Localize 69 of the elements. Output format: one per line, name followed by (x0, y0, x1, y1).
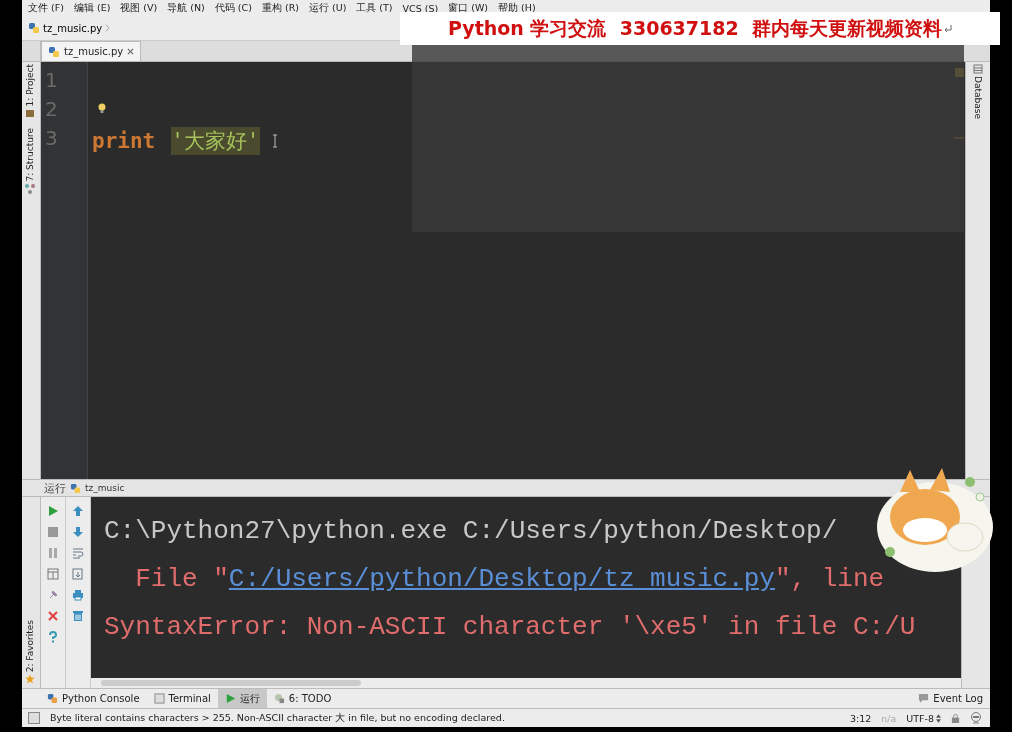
tool-tab[interactable]: Python Console (40, 689, 147, 708)
layout-icon[interactable] (47, 568, 59, 580)
banner-text: Python 学习交流 330637182 群内每天更新视频资料 (448, 15, 942, 41)
star-icon (25, 674, 35, 684)
caret-position[interactable]: 3:12 (849, 712, 872, 724)
folder-icon (25, 108, 35, 119)
return-icon (943, 24, 952, 33)
pin-icon[interactable] (47, 589, 59, 601)
line-number: 2 (44, 97, 59, 123)
run-tab[interactable]: tz_music (85, 483, 125, 493)
print-icon[interactable] (72, 589, 84, 601)
file-link[interactable]: C:/Users/python/Desktop/tz_music.py (228, 564, 775, 594)
help-icon[interactable] (47, 631, 59, 643)
console-line: SyntaxError: Non-ASCII character '\xe5' in file C:/U (104, 611, 917, 644)
menu-item[interactable]: 编辑 (E) (73, 1, 111, 15)
menu-item[interactable]: 视图 (V) (120, 1, 158, 15)
menu-item[interactable]: 重构 (R) (261, 1, 299, 15)
run-icon (224, 693, 236, 704)
python-file-icon (28, 22, 40, 34)
code-keyword: print (92, 128, 156, 153)
menu-item[interactable]: VCS (S) (402, 2, 439, 14)
up-arrow-icon[interactable] (72, 505, 84, 517)
menu-item[interactable]: 运行 (U) (308, 1, 347, 15)
pause-icon[interactable] (47, 547, 59, 559)
tool-tab[interactable]: 6: TODO (266, 689, 339, 708)
menu-item[interactable]: 导航 (N) (167, 1, 205, 15)
event-log-button[interactable]: Event Log (911, 689, 990, 708)
updown-icon (936, 713, 941, 723)
line-number: 3 (44, 126, 59, 152)
todo-icon (273, 693, 285, 704)
editor-tab[interactable]: tz_music.py (41, 41, 142, 61)
tool-window-button[interactable]: 7: Structure (22, 128, 38, 194)
code-string: '大家好' (171, 126, 260, 155)
chevron-icon (105, 23, 111, 33)
line-number: 1 (44, 68, 59, 94)
status-message: Byte literal contains characters > 255. Non-ASCII character 大 in file, but no encoding declared. (50, 711, 505, 725)
python-file-icon (48, 45, 60, 58)
database-icon (973, 64, 983, 74)
inspector-icon[interactable] (970, 712, 982, 724)
speech-bubble-icon (918, 693, 930, 704)
scroll-to-end-icon[interactable] (72, 568, 84, 580)
text-cursor-icon (271, 133, 278, 148)
menu-item[interactable]: 代码 (C) (214, 1, 252, 15)
stop-icon[interactable] (47, 526, 59, 538)
run-icon[interactable] (47, 505, 59, 517)
python-file-icon (70, 482, 81, 494)
terminal-icon (153, 693, 165, 704)
console-line: File "C:/Users/python/Desktop/tz_music.py", line (134, 563, 886, 596)
console-line: C:\Python27\python.exe C:/Users/python/Desktop/ (104, 515, 839, 548)
structure-icon (25, 183, 35, 194)
close-icon[interactable] (127, 48, 135, 55)
panel-toggle-icon[interactable] (28, 712, 40, 724)
menu-item[interactable]: 工具 (T) (356, 1, 393, 15)
menu-item[interactable]: 文件 (F) (28, 1, 64, 15)
trash-icon[interactable] (72, 610, 84, 622)
encoding-selector[interactable]: UTF-8 (906, 712, 941, 724)
soft-wrap-icon[interactable] (72, 547, 84, 559)
down-arrow-icon[interactable] (72, 526, 84, 538)
tool-tab[interactable]: Terminal (146, 689, 218, 708)
lightbulb-icon[interactable] (98, 102, 106, 113)
lock-icon[interactable] (951, 713, 960, 723)
menu-item[interactable]: 帮助 (H) (498, 1, 536, 15)
panel-title: 运行 (44, 480, 66, 496)
tool-tab[interactable]: 运行 (217, 689, 267, 708)
close-icon[interactable] (47, 610, 59, 622)
menu-item[interactable]: 窗口 (W) (448, 1, 489, 15)
tool-window-button[interactable]: 1: Project (22, 64, 38, 119)
breadcrumb-item[interactable]: tz_music.py (28, 22, 111, 34)
python-icon (47, 693, 58, 704)
